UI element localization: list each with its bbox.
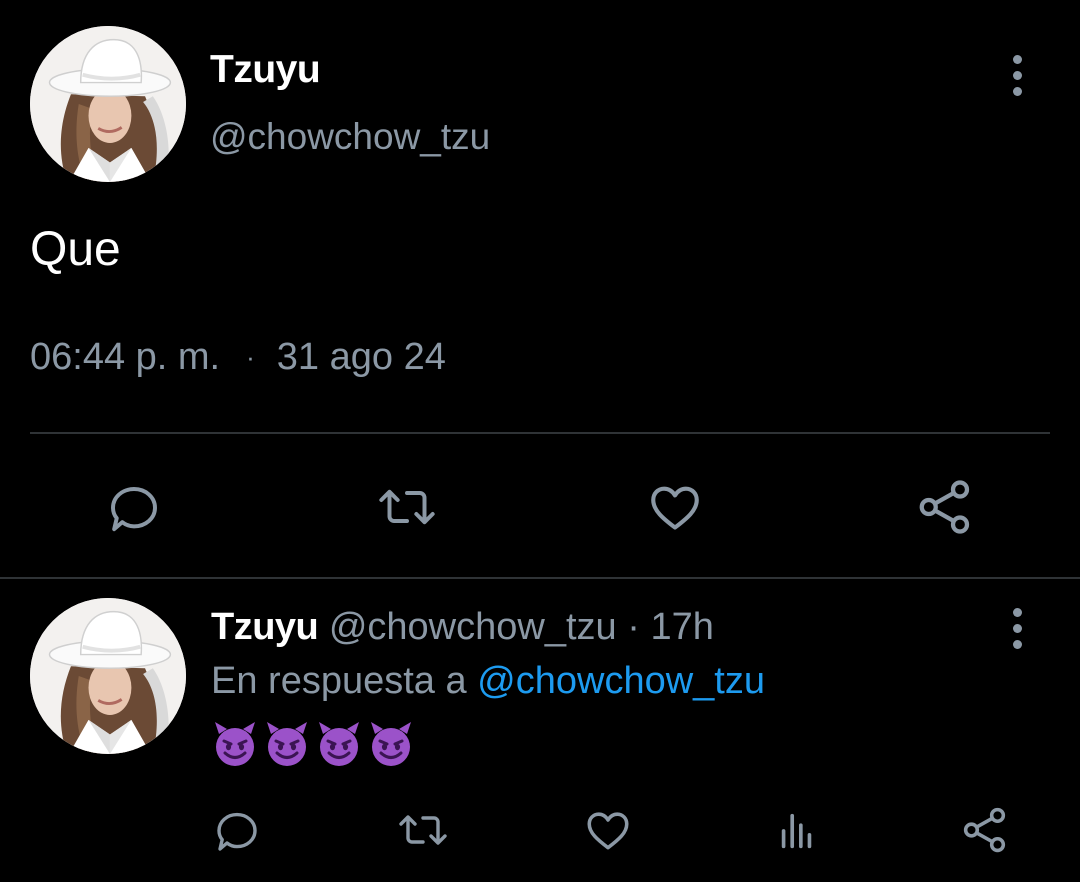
reply-header: Tzuyu @chowchow_tzu · 17h <box>211 606 714 649</box>
author-handle[interactable]: @chowchow_tzu <box>329 606 617 648</box>
tweet-text: Que <box>30 223 121 276</box>
analytics-button[interactable] <box>772 806 822 856</box>
author-name[interactable]: Tzuyu <box>211 606 319 648</box>
tweet-age: 17h <box>650 606 714 648</box>
main-tweet: Tzuyu @chowchow_tzu Que 06:44 p. m. · 31… <box>0 0 1080 578</box>
like-button[interactable] <box>582 804 634 856</box>
like-icon <box>587 812 629 850</box>
header-separator: · <box>627 606 640 648</box>
tweet-date: 31 ago 24 <box>276 336 446 378</box>
reply-button[interactable] <box>104 477 164 537</box>
retweet-button[interactable] <box>395 804 451 856</box>
more-options-icon[interactable] <box>997 45 1037 105</box>
share-icon <box>919 480 970 534</box>
smiling-devil-emoji <box>315 720 363 768</box>
reply-icon <box>111 487 157 532</box>
meta-separator: · <box>246 342 255 372</box>
smiling-devil-emoji <box>211 720 259 768</box>
retweet-icon <box>379 489 435 525</box>
divider <box>30 432 1050 434</box>
share-button[interactable] <box>913 477 977 537</box>
smiling-devil-emoji <box>263 720 311 768</box>
share-button[interactable] <box>958 804 1012 856</box>
reply-text <box>211 720 415 768</box>
retweet-icon <box>399 815 447 845</box>
section-divider <box>0 577 1080 579</box>
like-button[interactable] <box>645 477 705 537</box>
reply-button[interactable] <box>212 804 262 856</box>
analytics-icon <box>781 813 812 849</box>
author-name[interactable]: Tzuyu <box>210 48 321 92</box>
share-icon <box>963 807 1006 853</box>
retweet-button[interactable] <box>374 477 440 537</box>
mention-link[interactable]: @chowchow_tzu <box>477 660 765 702</box>
reply-icon <box>217 812 257 851</box>
more-options-icon[interactable] <box>997 598 1037 658</box>
replying-to-label: En respuesta a <box>211 660 467 702</box>
author-handle[interactable]: @chowchow_tzu <box>210 116 490 158</box>
tweet-time: 06:44 p. m. <box>30 336 221 378</box>
smiling-devil-emoji <box>367 720 415 768</box>
tweet-timestamp[interactable]: 06:44 p. m. · 31 ago 24 <box>30 336 446 379</box>
tweet-detail-page: Tzuyu @chowchow_tzu Que 06:44 p. m. · 31… <box>0 0 1080 882</box>
like-icon <box>651 486 699 530</box>
avatar[interactable] <box>30 598 186 754</box>
replying-to: En respuesta a @chowchow_tzu <box>211 660 765 703</box>
avatar[interactable] <box>30 26 186 182</box>
